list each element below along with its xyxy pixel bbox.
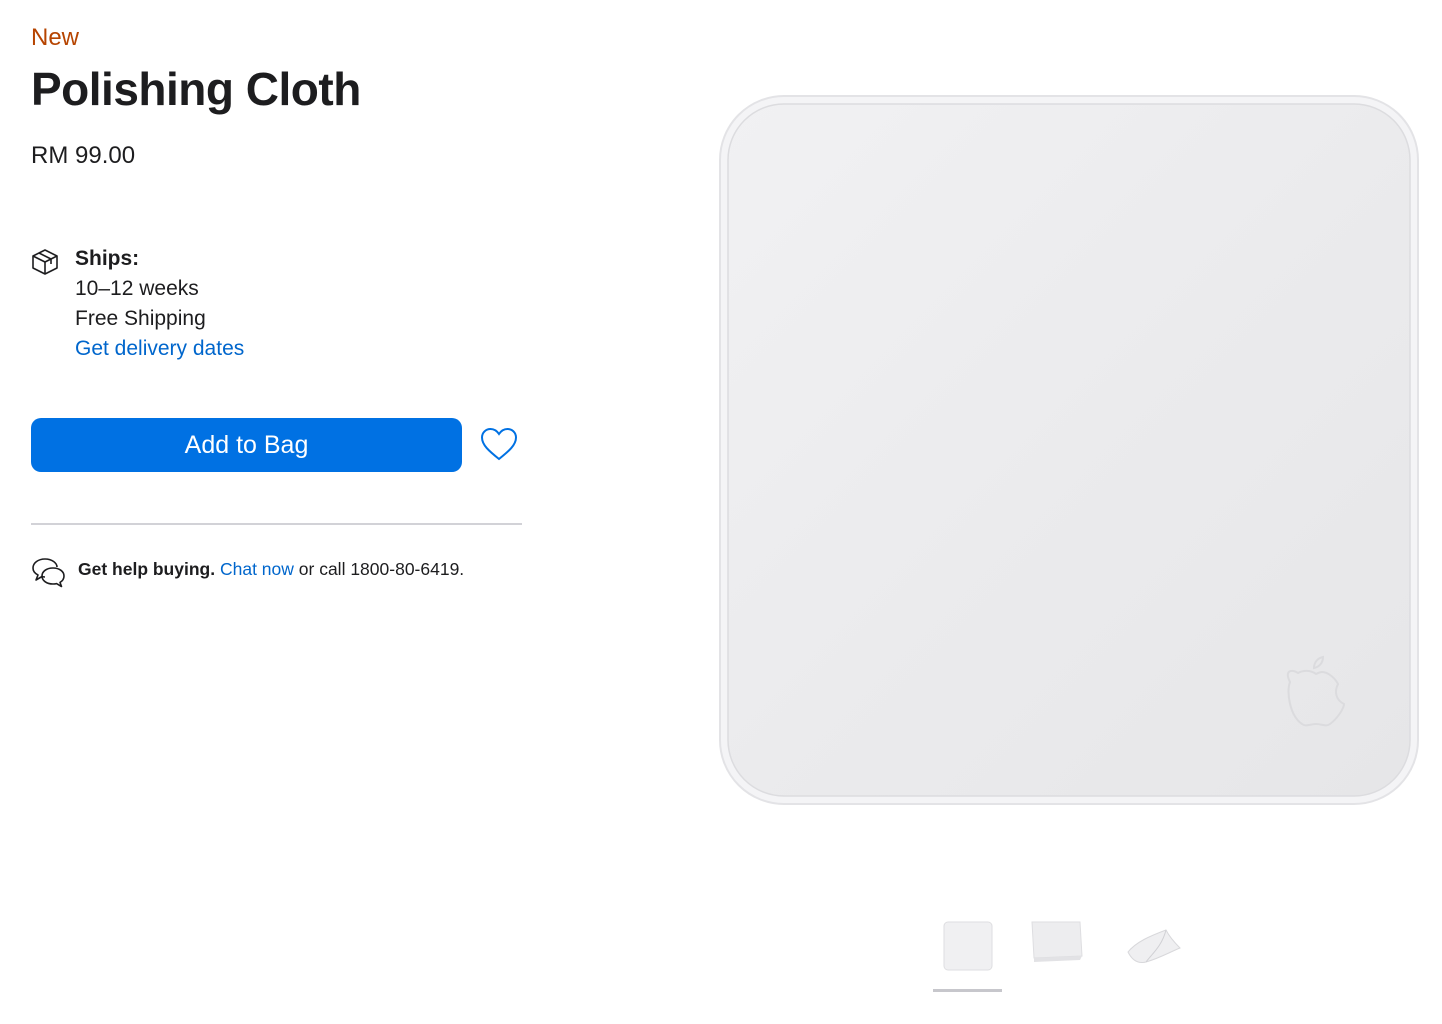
product-title: Polishing Cloth bbox=[31, 63, 361, 115]
box-icon bbox=[32, 249, 58, 275]
chat-now-link[interactable]: Chat now bbox=[220, 559, 294, 579]
heart-icon[interactable] bbox=[478, 425, 520, 465]
image-thumbnails bbox=[930, 912, 1200, 996]
thumbnail-folded[interactable] bbox=[1116, 912, 1188, 984]
product-image bbox=[719, 95, 1419, 805]
divider bbox=[31, 523, 522, 525]
ships-label: Ships: bbox=[75, 247, 140, 270]
help-lead: Get help buying. bbox=[78, 559, 216, 579]
shipping-cost: Free Shipping bbox=[75, 307, 206, 330]
thumbnail-front[interactable] bbox=[936, 912, 1008, 984]
new-badge: New bbox=[31, 24, 80, 51]
delivery-dates-link[interactable]: Get delivery dates bbox=[75, 334, 244, 364]
add-to-bag-button[interactable]: Add to Bag bbox=[31, 418, 462, 472]
product-price: RM 99.00 bbox=[31, 142, 136, 169]
call-text: or call 1800-80-6419. bbox=[298, 559, 465, 579]
chat-bubbles-icon bbox=[32, 558, 65, 588]
thumbnail-angled[interactable] bbox=[1026, 912, 1098, 984]
ship-eta: 10–12 weeks bbox=[75, 277, 199, 300]
selected-thumbnail-indicator bbox=[933, 989, 1002, 992]
